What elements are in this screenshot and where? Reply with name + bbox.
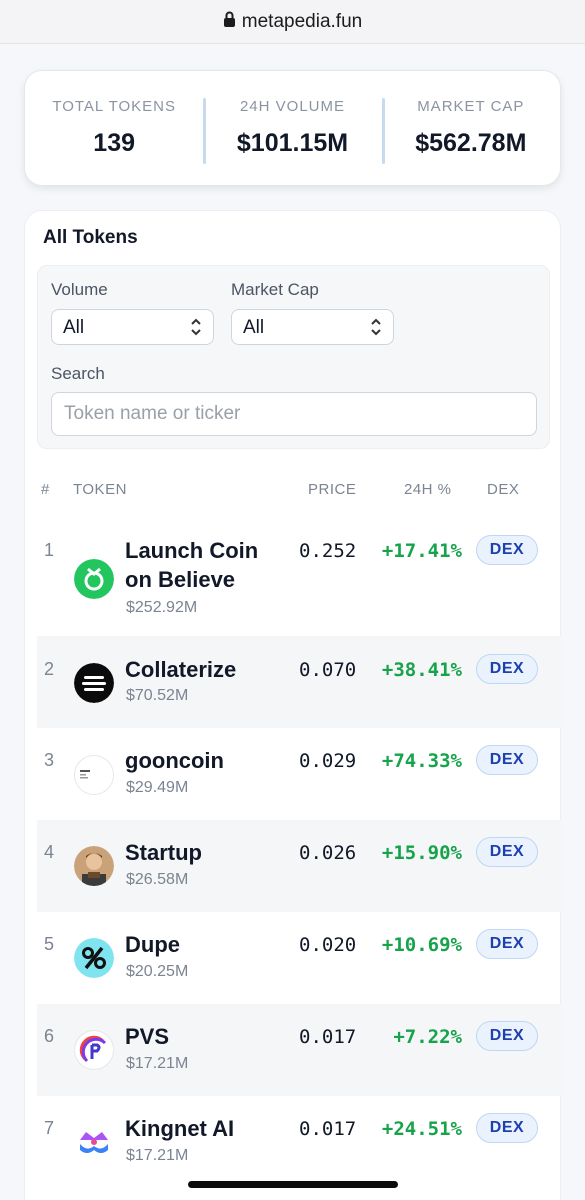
token-name[interactable]: Kingnet AI [125,1114,285,1143]
dex-button[interactable]: DEX [476,654,538,684]
col-price: PRICE [308,481,357,498]
token-name[interactable]: gooncoin [125,746,285,775]
token-change: +24.51% [381,1118,462,1140]
collaterize-icon [74,663,114,703]
table-row[interactable]: 4 Startup $26.58M 0.026 +15.90% DEX [37,820,562,912]
row-rank: 2 [44,659,55,679]
volume-filter-label: Volume [51,280,108,299]
stat-market-cap: MARKET CAP $562.78M [381,98,560,164]
token-name[interactable]: Startup [125,838,285,867]
panel-title: All Tokens [43,227,138,248]
col-dex: DEX [487,481,520,498]
all-tokens-panel: All Tokens Volume All Market Cap All Sea… [24,210,562,1200]
row-rank: 5 [44,934,55,954]
dex-button[interactable]: DEX [476,535,538,565]
col-24h-change: 24H % [404,481,452,498]
pvs-icon [74,1030,114,1070]
stat-label: TOTAL TOKENS [52,98,177,115]
table-header: # TOKEN PRICE 24H % DEX [25,481,562,501]
stat-value: 139 [93,129,136,157]
stat-label: 24H VOLUME [239,98,346,115]
browser-address-bar[interactable]: metapedia.fun [0,0,585,44]
dex-button[interactable]: DEX [476,1021,538,1051]
chevron-up-down-icon [369,316,383,339]
stat-value: $562.78M [415,129,527,157]
token-name[interactable]: Collaterize [125,655,285,684]
table-row[interactable]: 1 Launch Coin on Believe $252.92M 0.252 … [37,518,562,636]
filters-box: Volume All Market Cap All Search Token n… [37,265,550,449]
token-market-cap: $20.25M [126,963,189,980]
token-market-cap: $17.21M [126,1055,189,1072]
gooncoin-icon [74,755,114,795]
token-price: 0.017 [299,1026,357,1048]
token-price: 0.026 [299,842,357,864]
marketcap-select-value: All [243,317,265,338]
token-change: +7.22% [393,1026,462,1048]
token-change: +17.41% [381,540,462,562]
search-label: Search [51,364,105,383]
col-rank: # [41,481,50,498]
table-row[interactable]: 6 PVS $17.21M 0.017 +7.22% DEX [37,1004,562,1096]
token-market-cap: $17.21M [126,1147,189,1164]
row-rank: 3 [44,750,55,770]
token-market-cap: $252.92M [126,599,198,616]
token-change: +74.33% [381,750,462,772]
table-row[interactable]: 3 gooncoin $29.49M 0.029 +74.33% DEX [37,728,562,820]
stat-value: $101.15M [236,129,349,157]
token-price: 0.017 [299,1118,357,1140]
kingnet-icon [74,1122,114,1162]
volume-select[interactable]: All [51,309,214,345]
dex-button[interactable]: DEX [476,745,538,775]
token-market-cap: $26.58M [126,871,189,888]
token-name[interactable]: Launch Coin on Believe [125,536,285,594]
dex-button[interactable]: DEX [476,1113,538,1143]
stat-total-tokens: TOTAL TOKENS 139 [25,98,203,158]
token-market-cap: $29.49M [126,779,189,796]
token-change: +38.41% [381,659,462,681]
row-rank: 6 [44,1026,55,1046]
stat-label: MARKET CAP [417,98,525,115]
dex-button[interactable]: DEX [476,837,538,867]
row-rank: 4 [44,842,55,862]
token-change: +15.90% [381,842,462,864]
col-token: TOKEN [73,481,127,498]
token-market-cap: $70.52M [126,687,189,704]
dex-button[interactable]: DEX [476,929,538,959]
search-placeholder: Token name or ticker [64,403,241,424]
chevron-up-down-icon [189,316,203,339]
startup-avatar-icon [74,846,114,886]
token-price: 0.070 [299,659,357,681]
search-input[interactable]: Token name or ticker [51,392,537,436]
token-change: +10.69% [381,934,462,956]
table-row[interactable]: 7 Kingnet AI $17.21M 0.017 +24.51% DEX [37,1096,562,1188]
token-name[interactable]: PVS [125,1022,285,1051]
url-text: metapedia.fun [241,10,363,32]
token-price: 0.020 [299,934,357,956]
token-price: 0.252 [299,540,357,562]
home-indicator [188,1181,398,1188]
table-row[interactable]: 2 Collaterize $70.52M 0.070 +38.41% DEX [37,636,562,728]
stats-card: TOTAL TOKENS 139 24H VOLUME $101.15M MAR… [24,70,561,186]
marketcap-select[interactable]: All [231,309,394,345]
token-name[interactable]: Dupe [125,930,285,959]
volume-select-value: All [63,317,85,338]
launchcoin-icon [74,559,114,599]
marketcap-filter-label: Market Cap [231,280,319,299]
table-row[interactable]: 5 Dupe $20.25M 0.020 +10.69% DEX [37,912,562,1004]
row-rank: 1 [44,540,55,560]
lock-icon [223,11,236,33]
dupe-icon [74,938,114,978]
token-price: 0.029 [299,750,357,772]
row-rank: 7 [44,1118,55,1138]
stat-24h-volume: 24H VOLUME $101.15M [203,98,381,164]
